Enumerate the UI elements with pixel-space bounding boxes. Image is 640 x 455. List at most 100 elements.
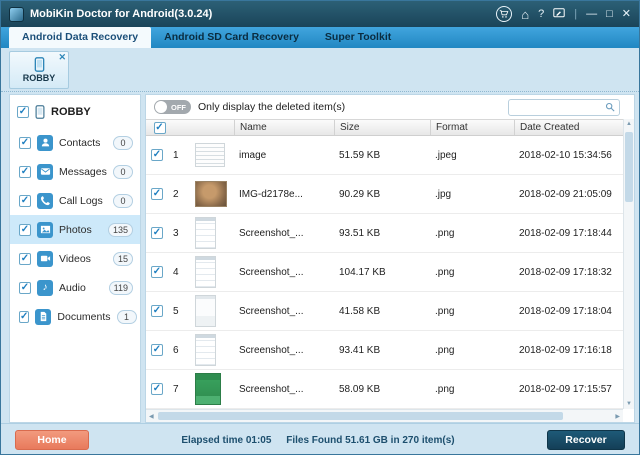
file-name: Screenshot_... [234, 345, 334, 356]
sidebar-item-documents[interactable]: Documents 1 [10, 302, 140, 331]
status-text: Elapsed time 01:05 Files Found 51.61 GB … [89, 435, 547, 446]
header-date: Date Created [514, 120, 623, 135]
home-icon[interactable]: ⌂ [521, 8, 529, 21]
cart-icon[interactable] [496, 6, 512, 22]
contacts-checkbox[interactable] [19, 137, 31, 149]
tab-android-sd-card-recovery[interactable]: Android SD Card Recovery [151, 27, 312, 48]
sidebar-item-call-logs[interactable]: Call Logs 0 [10, 186, 140, 215]
row-checkbox[interactable] [151, 227, 163, 239]
row-checkbox[interactable] [151, 344, 163, 356]
table-row[interactable]: 4 Screenshot_... 104.17 KB .png 2018-02-… [146, 253, 623, 292]
file-table: Name Size Format Date Created 1 image 51… [146, 119, 623, 409]
file-thumbnail [195, 295, 216, 327]
count-badge: 15 [113, 252, 133, 266]
search-box[interactable] [508, 99, 620, 116]
messages-checkbox[interactable] [19, 166, 31, 178]
category-sidebar: ROBBY Contacts 0 Messages 0 [9, 94, 141, 423]
count-badge: 0 [113, 194, 133, 208]
call-logs-icon [37, 193, 53, 209]
scroll-up-icon[interactable]: ▲ [624, 121, 634, 127]
table-row[interactable]: 1 image 51.59 KB .jpeg 2018-02-10 15:34:… [146, 136, 623, 175]
recover-button[interactable]: Recover [547, 430, 625, 450]
title-bar: MobiKin Doctor for Android(3.0.24) ⌂ ? |… [1, 1, 639, 27]
table-row[interactable]: 5 Screenshot_... 41.58 KB .png 2018-02-0… [146, 292, 623, 331]
phone-icon [34, 57, 45, 72]
select-all-checkbox[interactable] [154, 122, 166, 134]
device-card[interactable]: ✕ ROBBY [9, 51, 69, 89]
table-row[interactable]: 2 IMG-d2178e... 90.29 KB .jpg 2018-02-09… [146, 175, 623, 214]
device-strip: ✕ ROBBY [1, 48, 639, 92]
header-name: Name [234, 120, 334, 135]
files-found: Files Found 51.61 GB in 270 item(s) [286, 435, 454, 446]
row-number: 3 [168, 228, 190, 239]
sidebar-item-label: Photos [59, 224, 92, 236]
window-title: MobiKin Doctor for Android(3.0.24) [30, 8, 212, 20]
sidebar-item-audio[interactable]: ♪ Audio 119 [10, 273, 140, 302]
horizontal-scrollbar[interactable]: ◀ ▶ [146, 409, 623, 422]
file-date: 2018-02-09 21:05:09 [514, 189, 623, 200]
device-checkbox[interactable] [17, 106, 29, 118]
vertical-scroll-thumb[interactable] [625, 132, 633, 202]
home-button[interactable]: Home [15, 430, 89, 450]
sidebar-item-photos[interactable]: Photos 135 [10, 215, 140, 244]
row-checkbox[interactable] [151, 383, 163, 395]
file-thumbnail [195, 334, 216, 366]
documents-checkbox[interactable] [19, 311, 29, 323]
file-date: 2018-02-10 15:34:56 [514, 150, 623, 161]
videos-checkbox[interactable] [19, 253, 31, 265]
header-num [168, 120, 190, 135]
horizontal-scroll-thumb[interactable] [158, 412, 563, 420]
table-row[interactable]: 6 Screenshot_... 93.41 KB .png 2018-02-0… [146, 331, 623, 370]
table-row[interactable]: 3 Screenshot_... 93.51 KB .png 2018-02-0… [146, 214, 623, 253]
row-checkbox[interactable] [151, 188, 163, 200]
scroll-left-icon[interactable]: ◀ [149, 413, 154, 420]
documents-icon [35, 309, 51, 325]
sidebar-item-label: Call Logs [59, 195, 103, 207]
toggle-knob [155, 101, 167, 113]
vertical-scrollbar[interactable]: ▲ ▼ [623, 119, 634, 409]
file-date: 2018-02-09 17:18:04 [514, 306, 623, 317]
table-row[interactable]: 7 Screenshot_... 58.09 KB .png 2018-02-0… [146, 370, 623, 409]
file-format: .png [430, 228, 514, 239]
row-checkbox[interactable] [151, 266, 163, 278]
header-thumb [190, 120, 234, 135]
audio-checkbox[interactable] [19, 282, 31, 294]
file-size: 93.41 KB [334, 345, 430, 356]
row-number: 7 [168, 384, 190, 395]
tab-bar: Android Data Recovery Android SD Card Re… [1, 27, 639, 48]
scroll-down-icon[interactable]: ▼ [624, 401, 634, 407]
sidebar-item-label: Contacts [59, 137, 100, 149]
feedback-icon[interactable] [553, 8, 565, 21]
app-logo-icon [9, 7, 24, 22]
sidebar-device-header: ROBBY [10, 95, 140, 128]
file-thumbnail [195, 373, 221, 405]
file-format: .jpeg [430, 150, 514, 161]
row-checkbox[interactable] [151, 149, 163, 161]
device-disconnect-icon[interactable]: ✕ [58, 52, 66, 63]
sidebar-item-messages[interactable]: Messages 0 [10, 157, 140, 186]
file-thumbnail [195, 217, 216, 249]
row-checkbox[interactable] [151, 305, 163, 317]
photos-checkbox[interactable] [19, 224, 31, 236]
search-icon[interactable] [605, 102, 615, 112]
file-date: 2018-02-09 17:18:32 [514, 267, 623, 278]
close-button[interactable]: ✕ [622, 9, 631, 20]
minimize-button[interactable]: — [586, 9, 597, 20]
toggle-label: OFF [171, 103, 186, 112]
header-format: Format [430, 120, 514, 135]
sidebar-item-label: Messages [59, 166, 107, 178]
sidebar-item-contacts[interactable]: Contacts 0 [10, 128, 140, 157]
sidebar-item-label: Audio [59, 282, 86, 294]
row-number: 2 [168, 189, 190, 200]
tab-android-data-recovery[interactable]: Android Data Recovery [9, 27, 151, 48]
bottom-bar: Home Elapsed time 01:05 Files Found 51.6… [1, 423, 639, 455]
maximize-button[interactable]: □ [606, 9, 613, 20]
filter-label: Only display the deleted item(s) [198, 101, 345, 113]
search-input[interactable] [513, 102, 605, 113]
sidebar-item-videos[interactable]: Videos 15 [10, 244, 140, 273]
deleted-only-toggle[interactable]: OFF [154, 100, 191, 114]
scroll-right-icon[interactable]: ▶ [615, 413, 620, 420]
call-logs-checkbox[interactable] [19, 195, 31, 207]
tab-super-toolkit[interactable]: Super Toolkit [312, 27, 404, 48]
help-icon[interactable]: ? [538, 9, 544, 20]
